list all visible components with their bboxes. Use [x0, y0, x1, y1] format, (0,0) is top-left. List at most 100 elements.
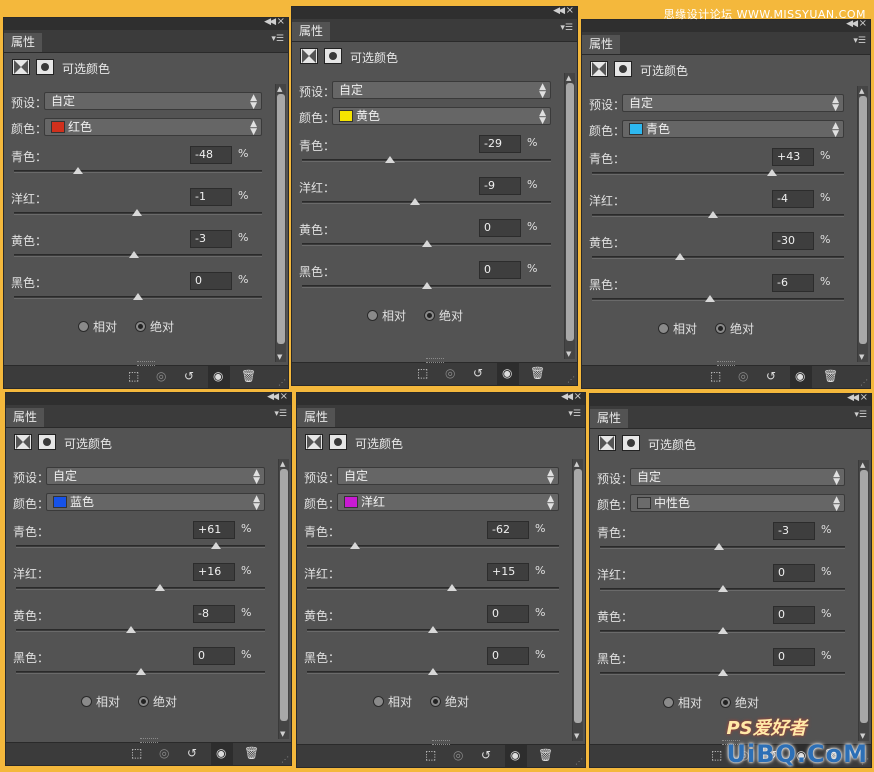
yellow-slider-track[interactable]: [600, 627, 845, 634]
cyan-slider-track[interactable]: [14, 167, 262, 174]
radio-absolute-circle[interactable]: [135, 321, 147, 332]
magenta-slider-thumb[interactable]: [717, 585, 728, 592]
resize-grip[interactable]: [425, 358, 444, 363]
layer-mask-icon[interactable]: [622, 435, 640, 451]
panel-scrollbar[interactable]: ▲ ▼: [858, 460, 869, 741]
radio-relative-circle[interactable]: [78, 321, 89, 332]
preset-dropdown[interactable]: 自定 ▲ ▼: [44, 92, 262, 111]
delete-trash-icon[interactable]: 🗑: [244, 746, 259, 760]
radio-absolute-circle[interactable]: [430, 696, 442, 707]
cyan-slider-thumb[interactable]: [767, 169, 778, 176]
resize-grip[interactable]: [432, 740, 450, 745]
radio-relative[interactable]: 相对: [78, 318, 117, 335]
cyan-input[interactable]: -62: [487, 521, 529, 539]
magenta-input[interactable]: -9: [479, 177, 521, 195]
cyan-slider-track[interactable]: [307, 542, 559, 549]
preset-dropdown[interactable]: 自定 ▲ ▼: [337, 467, 559, 486]
tab-properties[interactable]: 属性: [6, 408, 44, 427]
collapse-icon[interactable]: ◀◀: [847, 393, 859, 403]
black-input[interactable]: 0: [193, 647, 235, 665]
radio-relative[interactable]: 相对: [663, 694, 702, 711]
color-dropdown[interactable]: 黄色 ▲ ▼: [332, 107, 551, 126]
tab-properties[interactable]: 属性: [297, 408, 335, 427]
yellow-slider-track[interactable]: [16, 626, 265, 633]
yellow-input[interactable]: -8: [193, 605, 235, 623]
panel-menu-icon[interactable]: ▾☰: [853, 36, 866, 46]
collapse-icon[interactable]: ◀◀: [561, 392, 573, 402]
magenta-slider-thumb[interactable]: [155, 584, 166, 591]
resize-grip[interactable]: [717, 361, 735, 366]
cyan-input[interactable]: +61: [193, 521, 235, 539]
yellow-slider-thumb[interactable]: [717, 627, 728, 634]
black-slider-track[interactable]: [600, 669, 845, 676]
cyan-slider-thumb[interactable]: [713, 543, 724, 550]
black-slider-track[interactable]: [16, 668, 265, 675]
panel-scrollbar[interactable]: ▲ ▼: [857, 86, 868, 362]
radio-absolute[interactable]: 绝对: [430, 693, 469, 710]
radio-relative-circle[interactable]: [367, 310, 378, 321]
magenta-input[interactable]: -1: [190, 188, 232, 206]
radio-absolute[interactable]: 绝对: [424, 307, 463, 324]
scrollbar-thumb[interactable]: [860, 470, 868, 723]
scroll-up-icon[interactable]: ▲: [859, 87, 864, 95]
layer-mask-icon[interactable]: [614, 61, 632, 77]
yellow-slider-track[interactable]: [302, 240, 551, 247]
color-dropdown[interactable]: 青色 ▲ ▼: [622, 120, 844, 139]
panel-menu-icon[interactable]: ▾☰: [274, 409, 287, 419]
color-dropdown[interactable]: 蓝色 ▲ ▼: [46, 493, 265, 512]
collapse-icon[interactable]: ◀◀: [267, 392, 279, 402]
clip-to-layer-icon[interactable]: ⬚: [425, 748, 436, 762]
scroll-down-icon[interactable]: ▼: [280, 730, 285, 738]
magenta-slider-thumb[interactable]: [446, 584, 457, 591]
radio-absolute[interactable]: 绝对: [720, 694, 759, 711]
scrollbar-thumb[interactable]: [574, 469, 582, 723]
radio-absolute[interactable]: 绝对: [135, 318, 174, 335]
resize-corner-icon[interactable]: ⋰: [278, 378, 286, 387]
view-previous-icon[interactable]: ◎: [156, 369, 166, 383]
black-input[interactable]: 0: [479, 261, 521, 279]
resize-grip[interactable]: [139, 738, 158, 743]
panel-scrollbar[interactable]: ▲ ▼: [564, 73, 575, 359]
cyan-input[interactable]: -29: [479, 135, 521, 153]
cyan-input[interactable]: +43: [772, 148, 814, 166]
black-slider-thumb[interactable]: [717, 669, 728, 676]
color-dropdown[interactable]: 红色 ▲ ▼: [44, 118, 262, 137]
delete-trash-icon[interactable]: 🗑: [241, 369, 256, 383]
scroll-down-icon[interactable]: ▼: [566, 350, 571, 358]
visibility-eye-icon[interactable]: ◉: [795, 369, 805, 383]
reset-icon[interactable]: ↺: [766, 369, 776, 383]
black-input[interactable]: 0: [773, 648, 815, 666]
yellow-input[interactable]: 0: [479, 219, 521, 237]
yellow-slider-thumb[interactable]: [125, 626, 136, 633]
reset-icon[interactable]: ↺: [187, 746, 197, 760]
radio-relative-circle[interactable]: [81, 696, 92, 707]
black-slider-thumb[interactable]: [705, 295, 716, 302]
scrollbar-thumb[interactable]: [859, 96, 867, 344]
cyan-slider-track[interactable]: [16, 542, 265, 549]
scroll-up-icon[interactable]: ▲: [280, 460, 285, 468]
black-input[interactable]: 0: [190, 272, 232, 290]
view-previous-icon[interactable]: ◎: [445, 366, 455, 380]
magenta-input[interactable]: +15: [487, 563, 529, 581]
cyan-slider-track[interactable]: [302, 156, 551, 163]
cyan-slider-thumb[interactable]: [73, 167, 84, 174]
radio-absolute-circle[interactable]: [424, 310, 436, 321]
radio-relative-circle[interactable]: [373, 696, 384, 707]
view-previous-icon[interactable]: ◎: [453, 748, 463, 762]
black-slider-track[interactable]: [592, 295, 844, 302]
scroll-up-icon[interactable]: ▲: [860, 461, 865, 469]
radio-relative-circle[interactable]: [658, 323, 669, 334]
magenta-slider-track[interactable]: [307, 584, 559, 591]
scroll-down-icon[interactable]: ▼: [277, 353, 282, 361]
yellow-slider-thumb[interactable]: [675, 253, 686, 260]
panel-scrollbar[interactable]: ▲ ▼: [572, 459, 583, 741]
magenta-slider-track[interactable]: [302, 198, 551, 205]
resize-corner-icon[interactable]: ⋰: [567, 375, 575, 384]
panel-menu-icon[interactable]: ▾☰: [560, 23, 573, 33]
reset-icon[interactable]: ↺: [184, 369, 194, 383]
layer-mask-icon[interactable]: [38, 434, 56, 450]
preset-dropdown[interactable]: 自定 ▲ ▼: [630, 468, 845, 487]
black-input[interactable]: -6: [772, 274, 814, 292]
delete-trash-icon[interactable]: 🗑: [823, 369, 838, 383]
tab-properties[interactable]: 属性: [582, 35, 620, 54]
